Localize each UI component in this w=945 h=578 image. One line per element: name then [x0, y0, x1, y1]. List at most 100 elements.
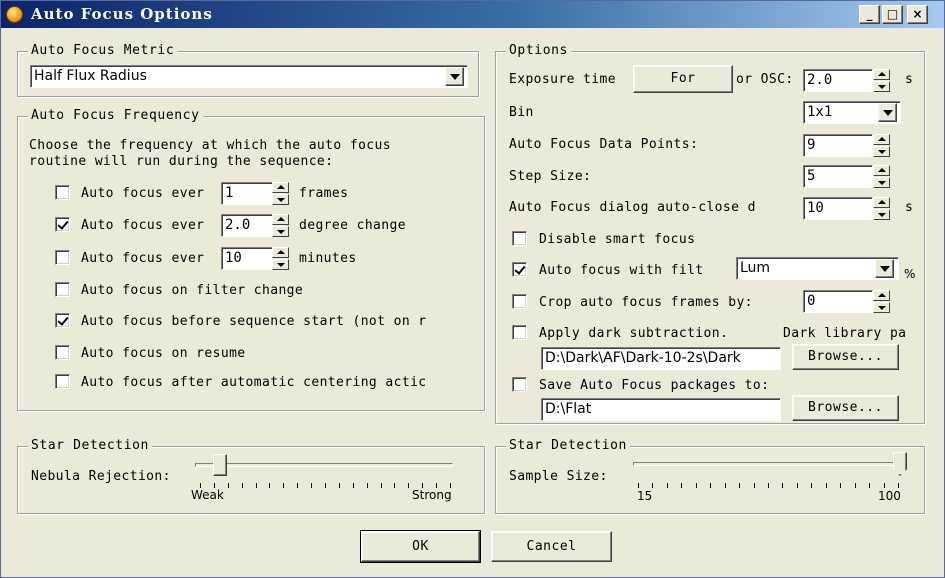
- filter-change-checkbox[interactable]: [55, 282, 70, 297]
- after-centering-label: Auto focus after automatic centering act…: [81, 375, 427, 390]
- crop-frames-label: Crop auto focus frames by:: [539, 295, 753, 310]
- cancel-button[interactable]: Cancel: [491, 531, 612, 562]
- star-detection-left-legend: Star Detection: [28, 438, 152, 453]
- data-points-label: Auto Focus Data Points:: [509, 137, 699, 152]
- slider-tick: [825, 483, 827, 488]
- focus-filter-dropdown-arrow-icon[interactable]: [875, 259, 894, 278]
- for-button[interactable]: For: [633, 65, 733, 93]
- focus-filter-percent-label: %: [904, 267, 916, 281]
- every-frames-spinner[interactable]: [272, 182, 289, 205]
- every-degree-input[interactable]: 2.0: [221, 214, 273, 237]
- dark-library-label: Dark library pa: [783, 326, 907, 341]
- sample-size-max-label: 100: [878, 489, 901, 503]
- sample-size-label: Sample Size:: [509, 469, 608, 484]
- dark-subtraction-label: Apply dark subtraction.: [539, 326, 729, 341]
- every-frames-checkbox[interactable]: [55, 185, 70, 200]
- exposure-time-input[interactable]: 2.0: [803, 69, 873, 92]
- every-minutes-input[interactable]: 10: [221, 247, 273, 270]
- bin-dropdown-arrow-icon[interactable]: [878, 103, 897, 122]
- slider-tick: [840, 483, 842, 488]
- frequency-legend: Auto Focus Frequency: [28, 108, 203, 123]
- exposure-time-spinner[interactable]: [873, 69, 890, 92]
- slider-tick: [325, 483, 326, 488]
- dark-path-input[interactable]: D:\Dark\AF\Dark-10-2s\Dark: [541, 347, 781, 370]
- autoclose-label: Auto Focus dialog auto-close d: [509, 200, 756, 215]
- after-centering-checkbox[interactable]: [55, 374, 70, 389]
- on-resume-checkbox[interactable]: [55, 345, 70, 360]
- metric-legend: Auto Focus Metric: [28, 43, 178, 58]
- autoclose-unit-label: s: [905, 200, 914, 215]
- slider-tick: [311, 483, 313, 488]
- slider-tick: [753, 483, 755, 488]
- every-minutes-checkbox[interactable]: [55, 250, 70, 265]
- ok-button[interactable]: OK: [360, 530, 481, 563]
- slider-tick: [269, 483, 271, 488]
- before-sequence-label: Auto focus before sequence start (not on…: [81, 314, 427, 329]
- sample-size-min-label: 15: [637, 489, 653, 503]
- every-minutes-suffix: minutes: [299, 251, 357, 266]
- metric-select[interactable]: Half Flux Radius: [30, 65, 468, 88]
- step-size-spinner[interactable]: [873, 165, 890, 188]
- slider-tick: [695, 483, 697, 488]
- sample-size-track: [633, 462, 901, 466]
- osc-label: or OSC:: [736, 72, 794, 87]
- slider-tick: [394, 483, 396, 488]
- sample-size-thumb[interactable]: [893, 452, 907, 476]
- metric-selected-value: Half Flux Radius: [34, 68, 147, 84]
- slider-tick: [883, 483, 885, 488]
- nebula-strong-label: Strong: [412, 488, 452, 502]
- every-frames-suffix: frames: [299, 186, 349, 201]
- dark-browse-button[interactable]: Browse...: [792, 344, 899, 370]
- save-path-input[interactable]: D:\Flat: [541, 398, 781, 421]
- every-frames-label: Auto focus ever: [81, 186, 205, 201]
- slider-tick: [283, 483, 285, 488]
- frequency-description-line1: Choose the frequency at which the auto f…: [29, 138, 391, 153]
- focus-with-filter-checkbox[interactable]: [512, 262, 527, 277]
- step-size-label: Step Size:: [509, 169, 592, 184]
- slider-tick: [380, 483, 382, 488]
- bin-label: Bin: [509, 105, 534, 120]
- slider-tick: [869, 483, 871, 488]
- slider-tick: [227, 483, 229, 488]
- crop-frames-spinner[interactable]: [873, 290, 890, 313]
- slider-tick: [768, 483, 769, 488]
- every-minutes-spinner[interactable]: [272, 247, 289, 270]
- options-legend: Options: [506, 43, 571, 58]
- before-sequence-checkbox[interactable]: [55, 313, 70, 328]
- slider-tick: [666, 483, 668, 488]
- slider-tick: [338, 483, 340, 488]
- every-frames-input[interactable]: 1: [221, 182, 273, 205]
- save-packages-checkbox[interactable]: [512, 377, 527, 392]
- every-degree-checkbox[interactable]: [55, 217, 70, 232]
- slider-tick: [408, 483, 410, 488]
- slider-tick: [652, 483, 654, 488]
- data-points-spinner[interactable]: [873, 134, 890, 157]
- close-button[interactable]: ×: [907, 5, 928, 24]
- step-size-input[interactable]: 5: [803, 165, 873, 188]
- autoclose-spinner[interactable]: [873, 197, 890, 220]
- crop-frames-input[interactable]: 0: [803, 290, 873, 313]
- nebula-weak-label: Weak: [191, 488, 224, 502]
- every-degree-spinner[interactable]: [272, 214, 289, 237]
- maximize-button[interactable]: □: [882, 5, 903, 24]
- slider-tick: [255, 483, 257, 488]
- metric-dropdown-arrow-icon[interactable]: [445, 67, 464, 86]
- nebula-rejection-thumb[interactable]: [213, 454, 228, 476]
- app-icon: [6, 6, 23, 23]
- sample-size-slider[interactable]: [629, 452, 907, 502]
- filter-change-label: Auto focus on filter change: [81, 283, 304, 298]
- focus-with-filter-label: Auto focus with filt: [539, 263, 704, 278]
- minimize-button[interactable]: _: [859, 5, 880, 24]
- slider-tick: [796, 483, 798, 488]
- title-bar[interactable]: Auto Focus Options _ □ ×: [1, 1, 944, 28]
- disable-smart-focus-checkbox[interactable]: [512, 231, 527, 246]
- save-browse-button[interactable]: Browse...: [792, 395, 899, 421]
- frequency-description-line2: routine will run during the sequence:: [29, 154, 334, 169]
- autoclose-input[interactable]: 10: [803, 197, 873, 220]
- auto-focus-options-window: Auto Focus Options _ □ × Auto Focus Metr…: [0, 0, 945, 578]
- dark-subtraction-checkbox[interactable]: [512, 325, 527, 340]
- exposure-time-label: Exposure time: [509, 72, 616, 87]
- window-title: Auto Focus Options: [31, 5, 213, 23]
- crop-frames-checkbox[interactable]: [512, 294, 527, 309]
- data-points-input[interactable]: 9: [803, 134, 873, 157]
